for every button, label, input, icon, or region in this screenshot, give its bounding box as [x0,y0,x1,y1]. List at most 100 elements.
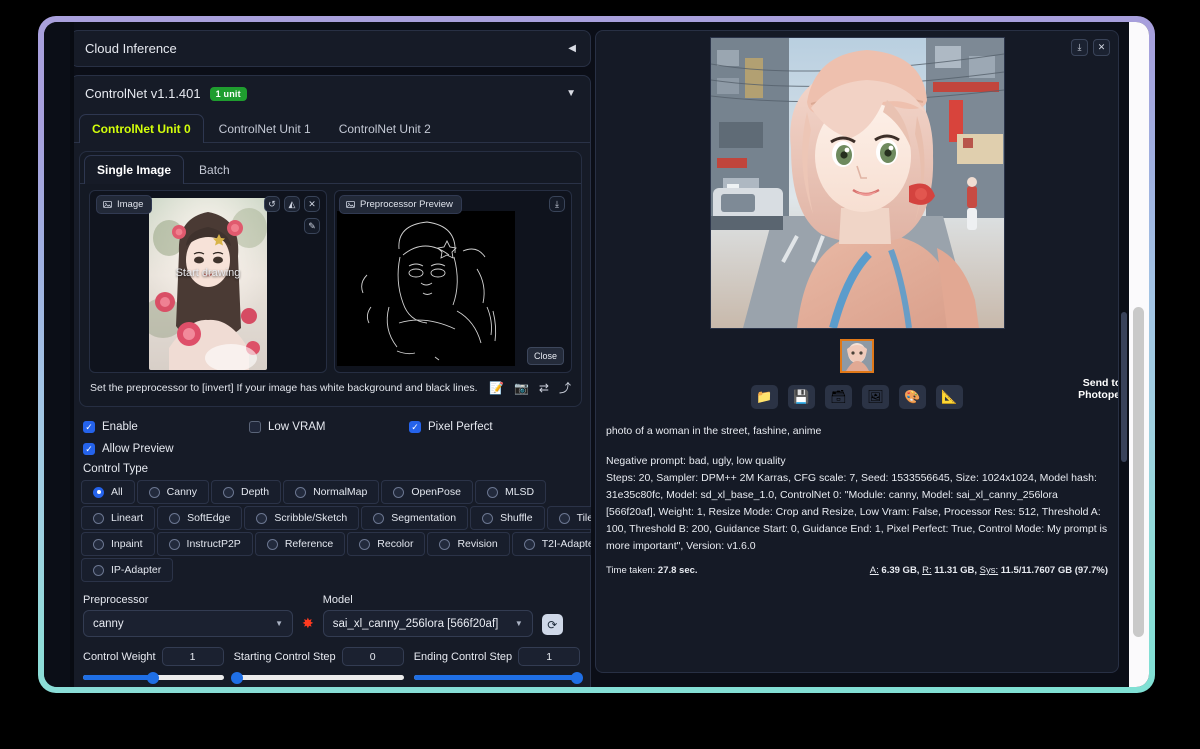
column-edge [70,22,74,687]
checkbox-low-vram-box[interactable] [249,421,261,433]
radio-dot [486,486,498,498]
control-type-row-1: All Canny Depth NormalMap OpenPose MLSD [81,480,580,504]
remove-icon[interactable]: ✕ [304,196,320,212]
checkbox-low-vram[interactable]: Low VRAM [249,421,409,433]
page-scrollbar[interactable] [1129,22,1149,687]
starting-step-label: Starting Control Step [233,650,336,663]
refresh-icon[interactable]: ⟳ [541,614,563,635]
inner-scrollbar[interactable] [1120,22,1129,687]
generation-info: photo of a woman in the street, fashine,… [596,409,1118,555]
open-folder-button[interactable]: 📁 [751,385,778,409]
controlnet-header[interactable]: ControlNet v1.1.401 1 unit ▼ [71,76,590,111]
chevron-down-icon[interactable]: ▼ [566,88,576,99]
control-type-recolor[interactable]: Recolor [347,532,426,556]
control-type-lineart[interactable]: Lineart [81,506,156,530]
brush-icon[interactable]: ✎ [304,218,320,234]
control-type-mlsd[interactable]: MLSD [474,480,547,504]
control-type-segmentation[interactable]: Segmentation [361,506,469,530]
control-type-revision[interactable]: Revision [427,532,510,556]
tab-controlnet-unit-1[interactable]: ControlNet Unit 1 [206,114,324,143]
send-to-img2img-button[interactable]: 🖼 [862,385,889,409]
tab-controlnet-unit-0[interactable]: ControlNet Unit 0 [79,114,204,143]
result-column: ⤓ ✕ 📁 💾 🗃 🖼 🎨 📐 Send t Photop photo of a… [591,22,1129,687]
control-type-all[interactable]: All [81,480,135,504]
tab-single-image[interactable]: Single Image [84,155,185,184]
photopea-label: Send to Photopea [1078,377,1118,402]
slider-knob[interactable] [570,671,583,684]
model-select[interactable]: sai_xl_canny_256lora [566f20af] ▼ [322,610,533,637]
control-type-openpose[interactable]: OpenPose [381,480,473,504]
close-preview-button[interactable]: Close [526,347,564,365]
send-to-extras-button[interactable]: 📐 [936,385,963,409]
slider-knob[interactable] [230,671,243,684]
undo-icon[interactable]: ↺ [264,196,280,212]
control-type-inpaint[interactable]: Inpaint [81,532,155,556]
inner-scrollbar-thumb[interactable] [1121,312,1127,462]
control-weight-track[interactable] [83,671,224,684]
radio-dot [373,512,385,524]
checkbox-allow-preview-label: Allow Preview [102,443,174,455]
control-weight-value[interactable]: 1 [161,647,224,666]
tab-batch[interactable]: Batch [186,155,243,184]
control-type-scribble-sketch[interactable]: Scribble/Sketch [244,506,360,530]
result-thumbnail[interactable] [840,339,874,373]
checkbox-enable[interactable]: ✓ Enable [83,421,249,433]
preprocessor-field: Preprocessor canny ▼ [83,594,293,637]
control-type-row-4: IP-Adapter [81,558,580,582]
send-to-photopea-button[interactable]: Send to Photopea [1072,373,1118,402]
spark-icon[interactable]: ✸ [302,615,314,632]
page-scrollbar-thumb[interactable] [1133,307,1144,637]
close-icon[interactable]: ✕ [1093,39,1110,56]
collapse-left-icon[interactable]: ◀ [568,43,576,54]
control-type-tile[interactable]: Tile [546,506,591,530]
zip-button[interactable]: 🗃 [825,385,852,409]
checkbox-low-vram-label: Low VRAM [268,421,326,433]
ending-step-track[interactable] [413,671,583,684]
checkbox-allow-preview-box[interactable]: ✓ [83,443,95,455]
checkbox-pixel-perfect-box[interactable]: ✓ [409,421,421,433]
cloud-inference-header[interactable]: Cloud Inference ◀ [71,31,590,66]
swap-icon[interactable]: ⇄ [539,381,549,395]
control-type-softedge[interactable]: SoftEdge [157,506,243,530]
send-to-inpaint-button[interactable]: 🎨 [899,385,926,409]
control-type-t2i-adapter[interactable]: T2I-Adapter [511,532,591,556]
upload-icon[interactable]: ⤴ [559,379,571,396]
control-type-shuffle[interactable]: Shuffle [470,506,545,530]
eraser-icon[interactable]: ◭ [284,196,300,212]
memory-usage: A: 6.39 GB, R: 11.31 GB, Sys: 11.5/11.76… [870,565,1108,576]
result-toolbar: 📁 💾 🗃 🖼 🎨 📐 Send to Photopea [596,373,1118,409]
control-type-ip-adapter[interactable]: IP-Adapter [81,558,174,582]
source-image-pane[interactable]: Image ↺ ◭ ✕ ✎ Start drawing [89,190,327,373]
checkbox-pixel-perfect[interactable]: ✓ Pixel Perfect [409,421,493,433]
tab-controlnet-unit-2[interactable]: ControlNet Unit 2 [326,114,444,143]
control-type-reference[interactable]: Reference [254,532,346,556]
control-type-depth[interactable]: Depth [211,480,282,504]
preview-tools: ⤓ [549,196,565,212]
slider-control-weight: Control Weight 1 [83,647,224,684]
generated-image[interactable] [709,37,1005,329]
preview-pane-tag: Preprocessor Preview [339,195,462,214]
ending-step-value[interactable]: 1 [518,647,581,666]
cloud-inference-panel[interactable]: Cloud Inference ◀ [70,30,591,67]
checkbox-enable-label: Enable [102,421,138,433]
starting-step-value[interactable]: 0 [341,647,404,666]
preprocessor-preview-pane[interactable]: Preprocessor Preview ⤓ Close [334,190,572,373]
control-type-instructp2p[interactable]: InstructP2P [156,532,253,556]
control-type-canny[interactable]: Canny [136,480,210,504]
download-icon[interactable]: ⤓ [549,196,565,212]
checkbox-allow-preview[interactable]: ✓ Allow Preview [83,443,174,455]
edit-icon[interactable]: 📝 [489,381,504,395]
time-taken-value: 27.8 sec. [657,565,698,576]
thumbnail-strip [596,339,1118,373]
camera-icon[interactable]: 📷 [514,381,529,395]
slider-ending-control-step: Ending Control Step 1 [413,647,583,684]
slider-knob[interactable] [147,671,160,684]
download-icon[interactable]: ⤓ [1071,39,1088,56]
checkbox-enable-box[interactable]: ✓ [83,421,95,433]
preprocessor-select[interactable]: canny ▼ [83,610,293,637]
control-type-normalmap[interactable]: NormalMap [283,480,380,504]
starting-step-track[interactable] [230,671,404,684]
mem-a-label: A: [869,565,879,576]
model-value: sai_xl_canny_256lora [566f20af] [332,617,499,630]
save-button[interactable]: 💾 [788,385,815,409]
